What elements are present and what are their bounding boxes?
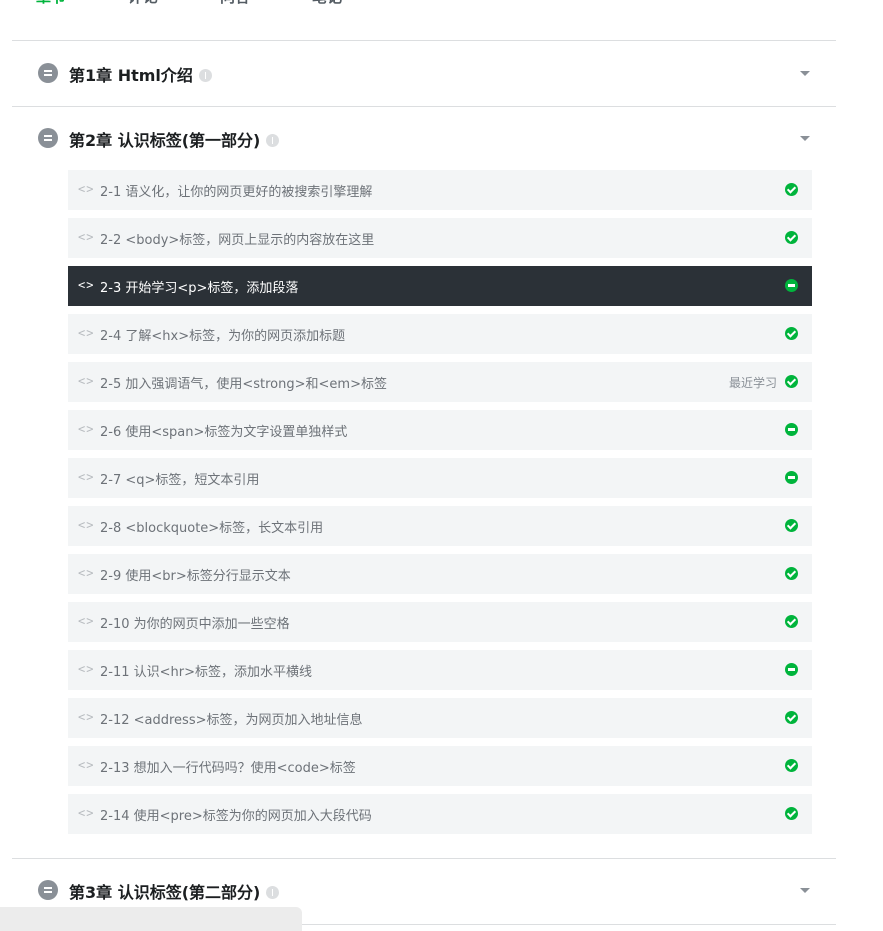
completed-icon [785, 711, 798, 724]
lesson-item[interactable]: <> 2-4 了解<hx>标签，为你的网页添加标题 [68, 314, 812, 354]
code-icon: <> [78, 278, 95, 292]
chapter-title: 第2章 认识标签(第一部分) [69, 127, 280, 151]
lesson-title: 2-13 想加入一行代码吗？使用<code>标签 [100, 761, 356, 776]
completed-icon [785, 327, 798, 340]
code-icon: <> [78, 614, 95, 628]
divider [12, 40, 836, 41]
lesson-item[interactable]: <> 2-1 语义化，让你的网页更好的被搜索引擎理解 [68, 170, 812, 210]
lesson-title: 2-5 加入强调语气，使用<strong>和<em>标签 [100, 377, 387, 392]
lesson-title: 2-8 <blockquote>标签，长文本引用 [100, 521, 324, 536]
lesson-item[interactable]: <> 2-5 加入强调语气，使用<strong>和<em>标签 最近学习 [68, 362, 812, 402]
lesson-title: 2-9 使用<br>标签分行显示文本 [100, 569, 291, 584]
lesson-item[interactable]: <> 2-6 使用<span>标签为文字设置单独样式 [68, 410, 812, 450]
chevron-down-icon[interactable] [800, 71, 810, 76]
code-icon: <> [78, 422, 95, 436]
code-icon: <> [78, 710, 95, 724]
tab-chapters[interactable]: 章节 [36, 0, 66, 7]
chevron-down-icon[interactable] [800, 136, 810, 141]
bottom-status-bar [0, 907, 302, 931]
chapter-list-icon [38, 63, 58, 83]
code-icon: <> [78, 470, 95, 484]
completed-icon [785, 759, 798, 772]
chapter-title: 第3章 认识标签(第二部分) [69, 879, 280, 903]
lesson-item-current[interactable]: <> 2-3 开始学习<p>标签，添加段落 [68, 266, 812, 306]
completed-icon [785, 615, 798, 628]
lesson-item[interactable]: <> 2-2 <body>标签，网页上显示的内容放在这里 [68, 218, 812, 258]
chapter-list-icon [38, 128, 58, 148]
chapter-3-header[interactable]: 第3章 认识标签(第二部分) [12, 870, 836, 910]
lesson-title: 2-2 <body>标签，网页上显示的内容放在这里 [100, 233, 375, 248]
code-icon: <> [78, 230, 95, 244]
in-progress-icon [785, 663, 798, 676]
info-icon[interactable] [266, 134, 280, 147]
lesson-item[interactable]: <> 2-9 使用<br>标签分行显示文本 [68, 554, 812, 594]
code-icon: <> [78, 662, 95, 676]
lesson-item[interactable]: <> 2-14 使用<pre>标签为你的网页加入大段代码 [68, 794, 812, 834]
lesson-item[interactable]: <> 2-8 <blockquote>标签，长文本引用 [68, 506, 812, 546]
completed-icon [785, 807, 798, 820]
divider [12, 106, 836, 107]
chapter-title: 第1章 Html介绍 [69, 62, 212, 86]
in-progress-icon [785, 279, 798, 292]
code-icon: <> [78, 758, 95, 772]
code-icon: <> [78, 374, 95, 388]
completed-icon [785, 567, 798, 580]
code-icon: <> [78, 518, 95, 532]
lesson-item[interactable]: <> 2-7 <q>标签，短文本引用 [68, 458, 812, 498]
lesson-item[interactable]: <> 2-10 为你的网页中添加一些空格 [68, 602, 812, 642]
lesson-title: 2-12 <address>标签，为网页加入地址信息 [100, 713, 363, 728]
tab-notes[interactable]: 笔记 [312, 0, 342, 7]
lesson-title: 2-7 <q>标签，短文本引用 [100, 473, 260, 488]
chapter-list-icon [38, 880, 58, 900]
chevron-down-icon[interactable] [800, 888, 810, 893]
lesson-item[interactable]: <> 2-11 认识<hr>标签，添加水平横线 [68, 650, 812, 690]
lesson-title: 2-14 使用<pre>标签为你的网页加入大段代码 [100, 809, 372, 824]
completed-icon [785, 183, 798, 196]
lesson-title: 2-11 认识<hr>标签，添加水平横线 [100, 665, 313, 680]
code-icon: <> [78, 806, 95, 820]
recent-study-label: 最近学习 [728, 376, 777, 390]
completed-icon [785, 375, 798, 388]
in-progress-icon [785, 423, 798, 436]
lesson-item[interactable]: <> 2-12 <address>标签，为网页加入地址信息 [68, 698, 812, 738]
lesson-title: 2-3 开始学习<p>标签，添加段落 [100, 281, 299, 296]
lesson-item[interactable]: <> 2-13 想加入一行代码吗？使用<code>标签 [68, 746, 812, 786]
lesson-title: 2-6 使用<span>标签为文字设置单独样式 [100, 425, 348, 440]
lesson-title: 2-1 语义化，让你的网页更好的被搜索引擎理解 [100, 185, 373, 200]
code-icon: <> [78, 566, 95, 580]
info-icon[interactable] [198, 69, 212, 82]
completed-icon [785, 519, 798, 532]
lesson-title: 2-4 了解<hx>标签，为你的网页添加标题 [100, 329, 346, 344]
code-icon: <> [78, 326, 95, 340]
info-icon[interactable] [266, 886, 280, 899]
chapter-1-header[interactable]: 第1章 Html介绍 [12, 53, 836, 93]
completed-icon [785, 231, 798, 244]
chapter-2-header[interactable]: 第2章 认识标签(第一部分) [12, 118, 836, 158]
lesson-title: 2-10 为你的网页中添加一些空格 [100, 617, 290, 632]
code-icon: <> [78, 182, 95, 196]
course-tabs: 章节 评论 问答 笔记 [0, 0, 883, 16]
in-progress-icon [785, 471, 798, 484]
divider [12, 858, 836, 859]
tab-qa[interactable]: 问答 [220, 0, 250, 7]
tab-comments[interactable]: 评论 [128, 0, 158, 7]
